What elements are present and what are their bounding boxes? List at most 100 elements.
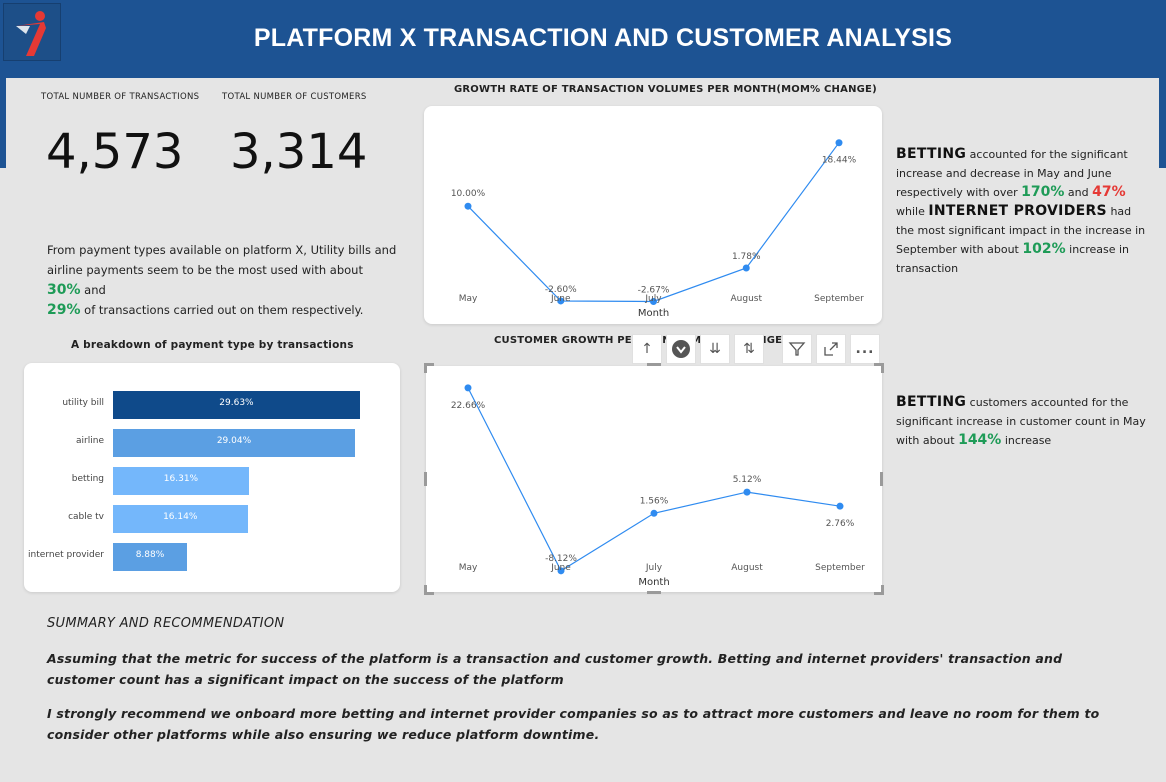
kpi-customers-value: 3,314 [230, 124, 368, 180]
data-label: 1.78% [732, 252, 761, 262]
insight-text: and [1064, 186, 1093, 199]
series-line [467, 387, 841, 572]
focus-mode-icon[interactable] [816, 334, 846, 364]
insight-percent: 102% [1022, 241, 1066, 257]
insight-keyword: BETTING [896, 146, 967, 162]
series-line [467, 142, 840, 303]
x-tick-label: June [550, 294, 571, 304]
data-label: 22.66% [451, 401, 486, 411]
resize-handle[interactable] [874, 363, 884, 373]
filter-icon[interactable] [782, 334, 812, 364]
x-tick-label: August [731, 563, 763, 573]
bar-row: cable tv 16.14% [24, 505, 394, 533]
bar: 16.31% [113, 467, 249, 495]
expand-next-level-icon[interactable]: ⇊ [700, 334, 730, 364]
payment-insight-text: From payment types available on platform… [47, 240, 397, 320]
more-options-icon[interactable]: ... [850, 334, 880, 364]
bar-row: internet provider 8.88% [24, 543, 394, 571]
bar-category-label: betting [71, 474, 104, 484]
data-point [464, 384, 472, 392]
resize-handle[interactable] [647, 591, 661, 594]
resize-handle[interactable] [874, 585, 884, 595]
header-band: PLATFORM X TRANSACTION AND CUSTOMER ANAL… [0, 0, 1166, 78]
side-band [1159, 78, 1166, 168]
x-tick-label: September [815, 563, 865, 573]
data-label: 10.00% [451, 189, 486, 199]
bar-category-label: utility bill [62, 398, 104, 408]
summary-heading: SUMMARY AND RECOMMENDATION [47, 616, 285, 631]
transaction-growth-title: GROWTH RATE OF TRANSACTION VOLUMES PER M… [454, 84, 877, 95]
page-title: PLATFORM X TRANSACTION AND CUSTOMER ANAL… [253, 24, 953, 52]
bar: 29.63% [113, 391, 360, 419]
customer-growth-chart: 22.66%May-8.12%June1.56%July5.12%August2… [451, 384, 865, 588]
x-tick-label: September [814, 294, 864, 304]
bar-value-label: 8.88% [135, 550, 165, 560]
recommendation-paragraph: I strongly recommend we onboard more bet… [47, 706, 1100, 742]
data-point [743, 488, 751, 496]
data-point [742, 264, 750, 272]
visual-toolbar: ↑ ⇊ ⇅ ... [632, 334, 884, 366]
x-tick-label: July [644, 294, 662, 304]
insight-text: of transactions carried out on them resp… [80, 303, 364, 317]
x-axis-label: Month [638, 577, 669, 588]
drill-down-icon[interactable] [666, 334, 696, 364]
insight-keyword: BETTING [896, 394, 967, 410]
data-label: 18.44% [822, 156, 857, 166]
insight-text: increase [1001, 434, 1052, 447]
insight-percent: 29% [47, 302, 81, 318]
bar-value-label: 29.04% [216, 436, 252, 446]
transaction-growth-chart: 10.00%May-2.60%June-2.67%July1.78%August… [451, 139, 864, 319]
x-tick-label: August [731, 294, 763, 304]
payment-breakdown-chart: utility bill 29.63% airline 29.04% betting 16… [24, 391, 400, 591]
insight-percent: 170% [1021, 184, 1065, 200]
customer-growth-card[interactable]: 22.66% May -8.12% June 1.56% July 5.12% August 2… [426, 366, 882, 592]
resize-handle[interactable] [424, 585, 434, 595]
x-axis-label: Month [638, 308, 669, 319]
x-tick-label: June [550, 563, 571, 573]
bar: 16.14% [113, 505, 248, 533]
x-tick-label: May [459, 563, 478, 573]
bar-category-label: cable tv [68, 512, 104, 522]
kpi-customers-label: TOTAL NUMBER OF CUSTOMERS [222, 92, 367, 102]
data-point [835, 139, 843, 147]
resize-handle[interactable] [424, 472, 427, 486]
bar-value-label: 16.31% [163, 474, 199, 484]
payment-breakdown-title: A breakdown of payment type by transacti… [71, 339, 354, 351]
data-label: 2.76% [826, 519, 855, 529]
payment-breakdown-card[interactable]: utility bill 29.63% airline 29.04% betting 16… [24, 363, 400, 592]
bar-value-label: 29.63% [219, 398, 254, 408]
bar-row: airline 29.04% [24, 429, 394, 457]
bar: 8.88% [113, 543, 187, 571]
insight-percent: 30% [47, 282, 81, 298]
bar-row: utility bill 29.63% [24, 391, 394, 419]
insight-percent: 144% [958, 432, 1002, 448]
summary-paragraph: Assuming that the metric for success of … [47, 651, 1063, 687]
expand-all-icon[interactable]: ⇅ [734, 334, 764, 364]
kpi-transactions-label: TOTAL NUMBER OF TRANSACTIONS [41, 92, 200, 102]
insight-text: while [896, 205, 929, 218]
x-tick-label: May [459, 294, 478, 304]
x-tick-label: July [645, 563, 663, 573]
insight-text: From payment types available on platform… [47, 243, 397, 277]
bar: 29.04% [113, 429, 355, 457]
resize-handle[interactable] [647, 363, 661, 366]
betting-insight-text: BETTING accounted for the significant in… [896, 145, 1146, 278]
data-point [836, 502, 844, 510]
bar-category-label: internet provider [28, 550, 104, 560]
data-label: 1.56% [640, 496, 669, 506]
transaction-growth-card[interactable]: 10.00% May -2.60% June -2.67% July 1.78% August… [424, 106, 882, 324]
insight-keyword: INTERNET PROVIDERS [928, 203, 1107, 219]
drill-up-icon[interactable]: ↑ [632, 334, 662, 364]
resize-handle[interactable] [424, 363, 434, 373]
bar-row: betting 16.31% [24, 467, 394, 495]
data-point [650, 509, 658, 517]
insight-percent: 47% [1092, 184, 1126, 200]
resize-handle[interactable] [880, 472, 883, 486]
kpi-transactions-value: 4,573 [46, 124, 184, 180]
data-label: 5.12% [733, 475, 762, 485]
bar-value-label: 16.14% [163, 512, 198, 522]
insight-text: and [80, 283, 106, 297]
customer-insight-text: BETTING customers accounted for the sign… [896, 393, 1146, 450]
bar-category-label: airline [76, 436, 104, 446]
data-point [464, 202, 472, 210]
